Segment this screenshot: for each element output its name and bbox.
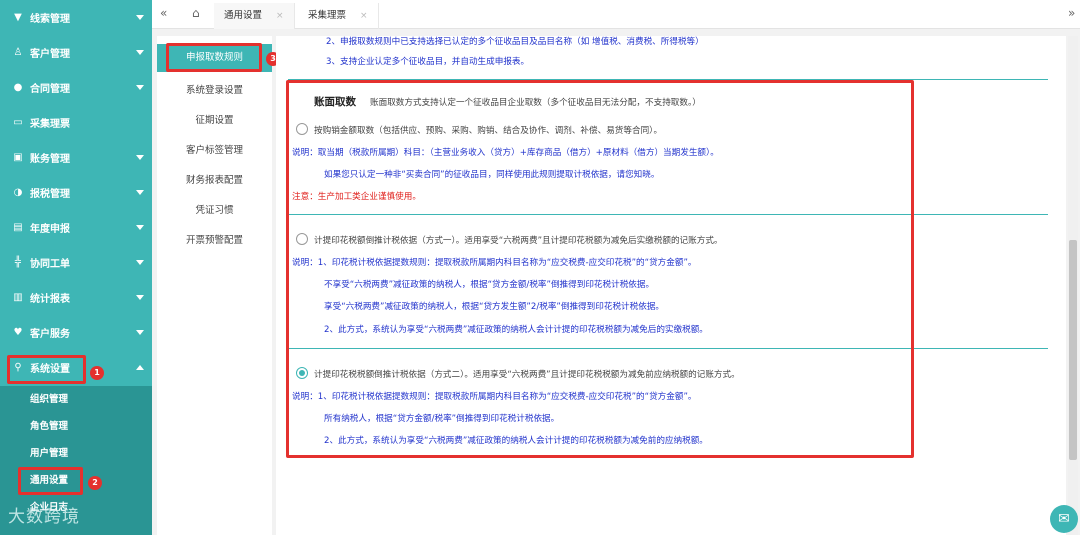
sidebar-item-accounts[interactable]: ▣ 账务管理 [0, 140, 152, 175]
highlight-box-declaration-rules [166, 43, 262, 72]
sidebar-item-label: 账务管理 [30, 154, 70, 165]
tab-label: 通用设置 [224, 10, 263, 21]
chevron-down-icon [136, 190, 144, 195]
sidebar-item-label: 客户服务 [30, 329, 70, 340]
highlight-box-system [7, 355, 86, 384]
sidebar-item-invoices[interactable]: ▭ 采集理票 [0, 105, 152, 140]
sidebar-item-leads[interactable]: ▼ 线索管理 [0, 0, 152, 35]
bar-chart-icon: ▥ [13, 292, 23, 303]
settings-item-invoice-alert[interactable]: 开票预警配置 [157, 232, 272, 246]
chevron-down-icon [136, 295, 144, 300]
sidebar-item-label: 合同管理 [30, 84, 70, 95]
sidebar-item-customers[interactable]: ♙ 客户管理 [0, 35, 152, 70]
user-icon: ♙ [13, 47, 23, 58]
tab-general-settings[interactable]: 通用设置 × [214, 3, 295, 29]
sidebar-item-contracts[interactable]: ● 合同管理 [0, 70, 152, 105]
scrollbar-thumb[interactable] [1069, 240, 1077, 460]
funnel-icon: ▼ [14, 12, 22, 23]
building-icon: ▣ [13, 152, 23, 163]
submenu-item-users[interactable]: 用户管理 [0, 440, 152, 467]
watermark: 大数跨境 [8, 507, 80, 527]
close-icon[interactable]: × [276, 11, 284, 21]
submenu-item-org[interactable]: 组织管理 [0, 386, 152, 413]
close-icon[interactable]: × [360, 11, 368, 21]
sidebar-item-label: 采集理票 [30, 119, 70, 130]
sidebar-item-label: 客户管理 [30, 49, 70, 60]
sidebar-item-label: 统计报表 [30, 294, 70, 305]
settings-item-tax-period[interactable]: 征期设置 [157, 112, 272, 126]
step-badge-1: 1 [90, 366, 104, 380]
sidebar-item-label: 线索管理 [30, 14, 70, 25]
chevron-down-icon [136, 260, 144, 265]
chart-icon: ◑ [13, 187, 23, 198]
chevron-down-icon [136, 155, 144, 160]
double-chevron-left-icon[interactable]: « [160, 6, 167, 20]
person-icon: ● [13, 82, 23, 93]
chevron-down-icon [136, 330, 144, 335]
chevron-down-icon [136, 225, 144, 230]
chevron-down-icon [136, 50, 144, 55]
submenu-item-roles[interactable]: 角色管理 [0, 413, 152, 440]
sidebar-item-label: 报税管理 [30, 189, 70, 200]
home-icon[interactable]: ⌂ [192, 6, 200, 20]
settings-item-tags[interactable]: 客户标签管理 [157, 142, 272, 156]
sidebar-item-tax[interactable]: ◑ 报税管理 [0, 175, 152, 210]
chat-icon[interactable]: ✉ [1050, 505, 1078, 533]
info-line-3: 3、支持企业认定多个征收品目，并自动生成申报表。 [326, 57, 530, 67]
heart-icon: ♥ [13, 327, 23, 338]
sidebar-item-service[interactable]: ♥ 客户服务 [0, 315, 152, 350]
sidebar-item-annual[interactable]: ▤ 年度申报 [0, 210, 152, 245]
tab-invoice-collection[interactable]: 采集理票 × [298, 3, 379, 29]
settings-item-login[interactable]: 系统登录设置 [157, 82, 272, 96]
tab-bar: « ⌂ 通用设置 × 采集理票 × » [152, 0, 1080, 29]
calendar-icon: ▤ [13, 222, 23, 233]
card-icon: ▭ [13, 117, 23, 128]
step-badge-2: 2 [88, 476, 102, 490]
org-icon: ╬ [14, 257, 22, 268]
sidebar-item-reports[interactable]: ▥ 统计报表 [0, 280, 152, 315]
info-line-2: 2、申报取数规则中已支持选择已认定的多个征收品目及品目名称（如 增值税、消费税、… [326, 37, 704, 47]
settings-item-voucher[interactable]: 凭证习惯 [157, 202, 272, 216]
sidebar-item-workorders[interactable]: ╬ 协同工单 [0, 245, 152, 280]
sidebar: ▼ 线索管理 ♙ 客户管理 ● 合同管理 ▭ 采集理票 ▣ 账务管理 ◑ 报税管理 ▤ 年度申… [0, 0, 152, 535]
settings-item-financial-reports[interactable]: 财务报表配置 [157, 172, 272, 186]
chevron-down-icon [136, 85, 144, 90]
highlight-box-book-data [286, 80, 914, 458]
chevron-up-icon [136, 365, 144, 370]
sidebar-item-label: 年度申报 [30, 224, 70, 235]
highlight-box-general [18, 467, 83, 495]
double-chevron-right-icon[interactable]: » [1068, 6, 1075, 20]
tab-label: 采集理票 [308, 10, 347, 21]
sidebar-item-label: 协同工单 [30, 259, 70, 270]
chevron-down-icon [136, 15, 144, 20]
settings-menu: 申报取数规则 系统登录设置 征期设置 客户标签管理 财务报表配置 凭证习惯 开票… [157, 36, 272, 535]
